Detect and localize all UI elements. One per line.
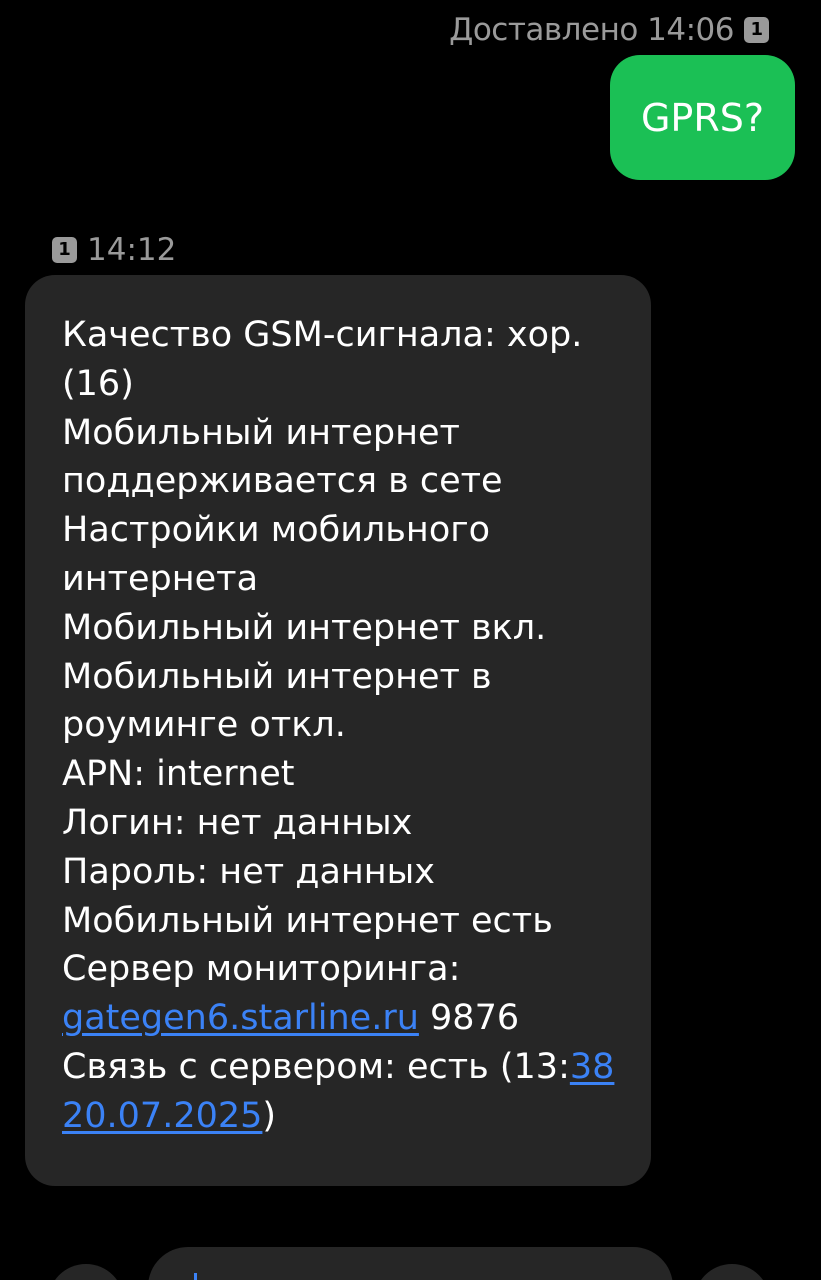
sent-message-meta: Доставлено 14:06 1 xyxy=(449,12,769,48)
time-link[interactable]: 38 xyxy=(570,1047,615,1087)
received-message-bubble[interactable]: Качество GSM-сигнала: хор. (16) Мобильны… xyxy=(25,275,651,1186)
message-line-date: 20.07.2025) xyxy=(62,1092,621,1141)
message-line: Мобильный интернет xyxy=(62,412,460,453)
message-line: APN: internet xyxy=(62,754,295,795)
connection-suffix: ) xyxy=(262,1095,277,1136)
server-url-link[interactable]: gategen6.starline.ru xyxy=(62,998,419,1038)
server-port: 9876 xyxy=(418,998,520,1039)
message-line: (16) xyxy=(62,363,134,404)
message-line: интернета xyxy=(62,558,259,599)
message-line: Мобильный интернет в xyxy=(62,656,492,697)
message-line: Настройки мобильного xyxy=(62,510,491,551)
sim-1-icon: 1 xyxy=(744,17,769,43)
message-line-connection: Связь с сервером: есть (13:38 xyxy=(62,1043,621,1092)
message-line: роуминге откл. xyxy=(62,705,346,746)
date-link[interactable]: 20.07.2025 xyxy=(62,1096,262,1136)
message-line-server: gategen6.starline.ru 9876 xyxy=(62,994,621,1043)
message-line: Логин: нет данных xyxy=(62,802,413,843)
sent-status: Доставлено 14:06 xyxy=(449,12,734,48)
conversation-screen: Доставлено 14:06 1 GPRS? 1 14:12 Качеств… xyxy=(0,0,821,1280)
sent-message-bubble[interactable]: GPRS? xyxy=(610,55,795,180)
sim-1-icon: 1 xyxy=(52,237,77,263)
message-line: Мобильный интернет есть xyxy=(62,900,553,941)
message-input[interactable] xyxy=(148,1247,673,1280)
send-button[interactable] xyxy=(694,1264,770,1280)
message-line: Качество GSM-сигнала: хор. xyxy=(62,315,583,355)
text-caret xyxy=(194,1273,197,1280)
message-line: Сервер мониторинга: xyxy=(62,949,461,990)
sent-message-text: GPRS? xyxy=(640,95,765,140)
message-line: поддерживается в сете xyxy=(62,461,503,502)
message-line: Мобильный интернет вкл. xyxy=(62,607,547,648)
connection-prefix: Связь с сервером: есть (13: xyxy=(62,1046,570,1087)
received-time: 14:12 xyxy=(87,232,177,268)
composer-bar xyxy=(0,1247,821,1280)
received-message-meta: 1 14:12 xyxy=(52,232,176,268)
message-line: Пароль: нет данных xyxy=(62,851,436,892)
attach-button[interactable] xyxy=(48,1264,124,1280)
